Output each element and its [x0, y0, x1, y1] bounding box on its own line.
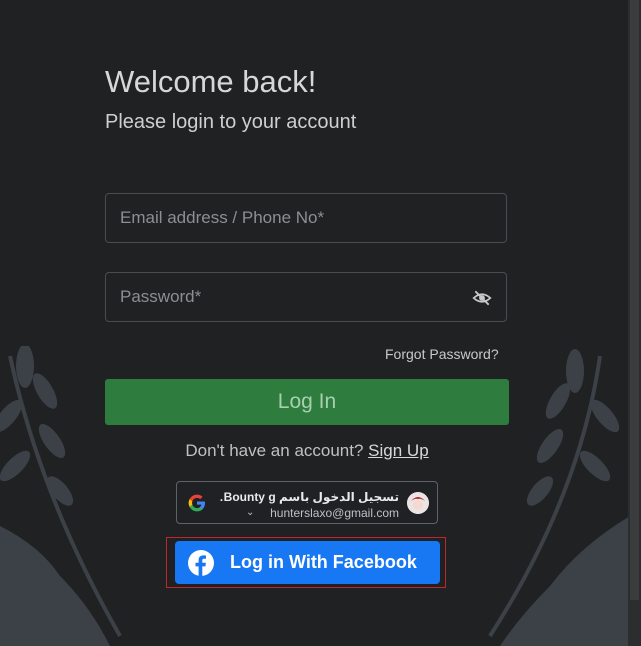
password-field-wrapper	[105, 272, 507, 322]
signup-row: Don't have an account? Sign Up	[0, 441, 614, 461]
avatar	[407, 492, 429, 514]
scrollbar[interactable]	[628, 0, 641, 646]
google-account-email: hunterslaxo@gmail.com	[270, 506, 399, 520]
signup-link[interactable]: Sign Up	[368, 441, 428, 460]
password-field[interactable]	[106, 273, 506, 321]
signup-prompt: Don't have an account?	[185, 441, 364, 460]
google-signin-button[interactable]: تسجيل الدخول باسم Bounty g… ⌄ hunterslax…	[176, 481, 438, 524]
login-button[interactable]: Log In	[105, 379, 509, 425]
facebook-icon	[188, 550, 214, 576]
email-field[interactable]	[106, 194, 506, 242]
google-account-name: تسجيل الدخول باسم Bounty g…	[219, 490, 399, 504]
forgot-password-link[interactable]: Forgot Password?	[385, 346, 499, 362]
page-title: Welcome back!	[105, 64, 317, 99]
scrollbar-thumb[interactable]	[630, 0, 639, 600]
eye-off-icon[interactable]	[472, 288, 492, 308]
google-icon	[188, 494, 205, 512]
facebook-login-button[interactable]: Log in With Facebook	[175, 541, 440, 584]
chevron-down-icon: ⌄	[246, 507, 255, 518]
facebook-login-label: Log in With Facebook	[230, 552, 417, 572]
email-field-wrapper	[105, 193, 507, 243]
page-subtitle: Please login to your account	[105, 111, 357, 133]
